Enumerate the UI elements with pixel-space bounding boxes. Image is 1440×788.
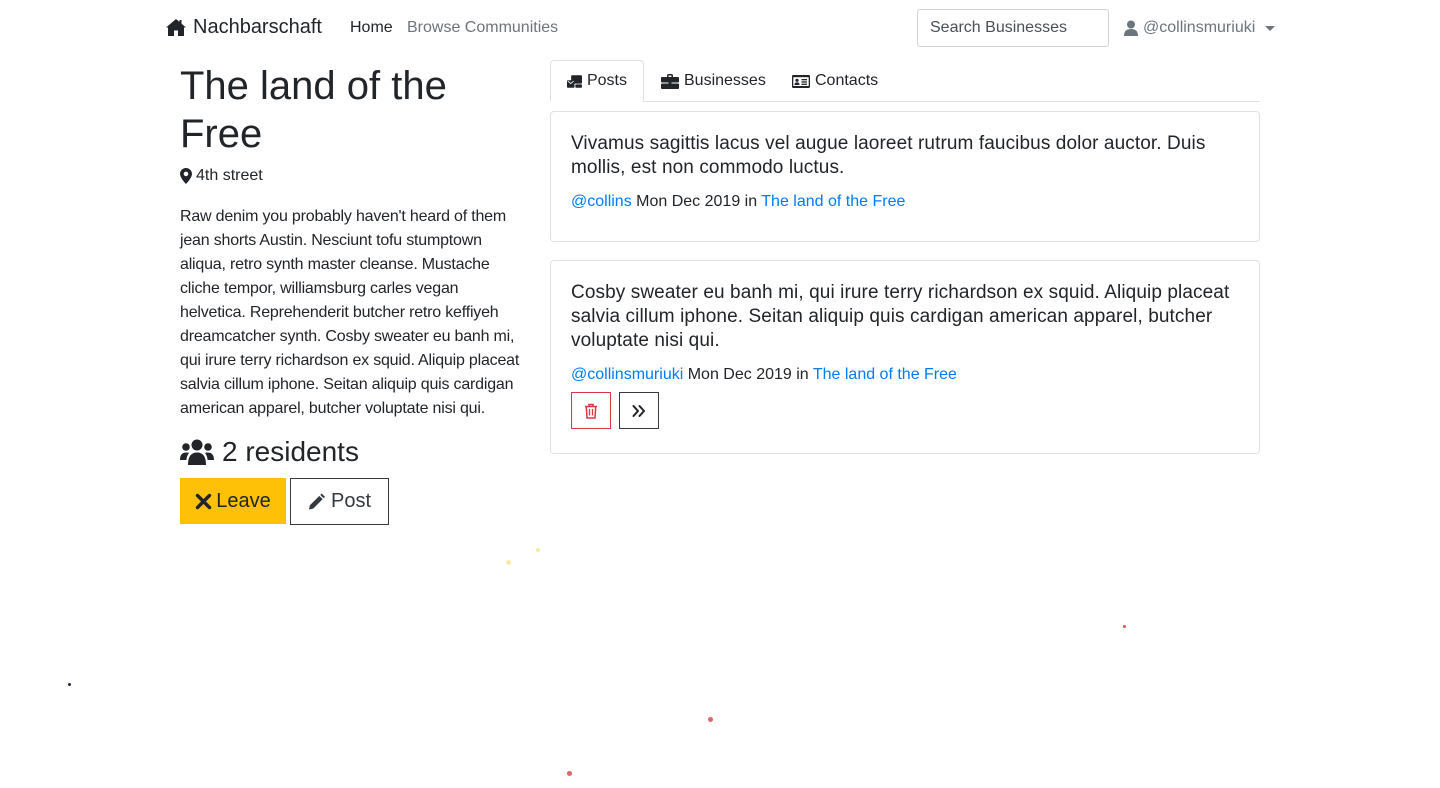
mail-bulk-icon [567,74,582,88]
angle-double-right-icon [632,404,645,417]
location-label: 4th street [196,167,263,184]
post-card: Cosby sweater eu banh mi, qui irure terr… [550,260,1260,454]
home-icon [166,19,186,36]
post-actions [571,392,1239,429]
tab-posts-label: Posts [586,72,627,89]
nav-browse-communities-link[interactable]: Browse Communities [407,19,558,37]
user-icon [1124,20,1138,36]
tab-businesses[interactable]: Businesses [645,60,782,102]
tab-contacts[interactable]: Contacts [776,60,894,102]
trash-icon [585,403,597,419]
tab-posts[interactable]: Posts [550,60,644,102]
community-description: Raw denim you probably haven't heard of … [180,208,520,417]
post-date: Mon Dec 2019 [687,366,792,383]
residents-label: 2 residents [222,436,359,467]
post-author-link[interactable]: @collins [571,193,632,210]
user-dropdown[interactable]: @collinsmuriuki [1124,19,1276,37]
decorative-dot [506,560,511,565]
decorative-dot [708,717,713,722]
leave-button[interactable]: Leave [180,478,286,524]
open-post-button[interactable] [619,392,659,429]
brand-name: Nachbarschaft [193,16,322,38]
search-businesses-input[interactable] [917,9,1109,47]
post-author-link[interactable]: @collinsmuriuki [571,366,683,383]
users-icon [180,439,214,465]
community-location: 4th street [180,167,263,185]
content-tabs: Posts Businesses Contacts [550,60,1260,102]
post-body: Vivamus sagittis lacus vel augue laoreet… [571,133,1206,178]
username-label: @collinsmuriuki [1143,19,1256,36]
navbar: Nachbarschaft Home Browse Communities @c… [0,0,1440,56]
decorative-dot [1123,625,1126,628]
post-meta: @collins Mon Dec 2019 in The land of the… [571,193,1239,211]
post-date: Mon Dec 2019 [636,193,741,210]
post-label: Post [330,490,372,512]
post-community-link[interactable]: The land of the Free [761,193,905,210]
decorative-dot [68,683,71,686]
pencil-icon [308,493,325,510]
address-card-icon [792,74,810,88]
post-body: Cosby sweater eu banh mi, qui irure terr… [571,282,1230,351]
community-title: The land of the Free [180,64,447,156]
briefcase-icon [661,73,679,89]
delete-post-button[interactable] [571,392,611,429]
post-card: Vivamus sagittis lacus vel augue laoreet… [550,111,1260,242]
leave-label: Leave [216,489,271,512]
post-in-label: in [796,366,809,383]
post-in-label: in [744,193,758,210]
post-meta: @collinsmuriuki Mon Dec 2019 in The land… [571,366,1239,384]
brand-link[interactable]: Nachbarschaft [165,16,322,39]
decorative-dot [567,771,572,776]
residents-count: 2 residents [180,436,359,468]
tab-contacts-label: Contacts [815,72,879,89]
times-icon [196,493,212,510]
post-community-link[interactable]: The land of the Free [813,366,957,383]
tab-businesses-label: Businesses [684,72,766,89]
decorative-dot [536,548,540,552]
nav-home-link[interactable]: Home [350,19,393,37]
post-button[interactable]: Post [290,478,389,525]
chevron-down-icon [1265,25,1276,31]
map-marker-icon [180,168,192,184]
